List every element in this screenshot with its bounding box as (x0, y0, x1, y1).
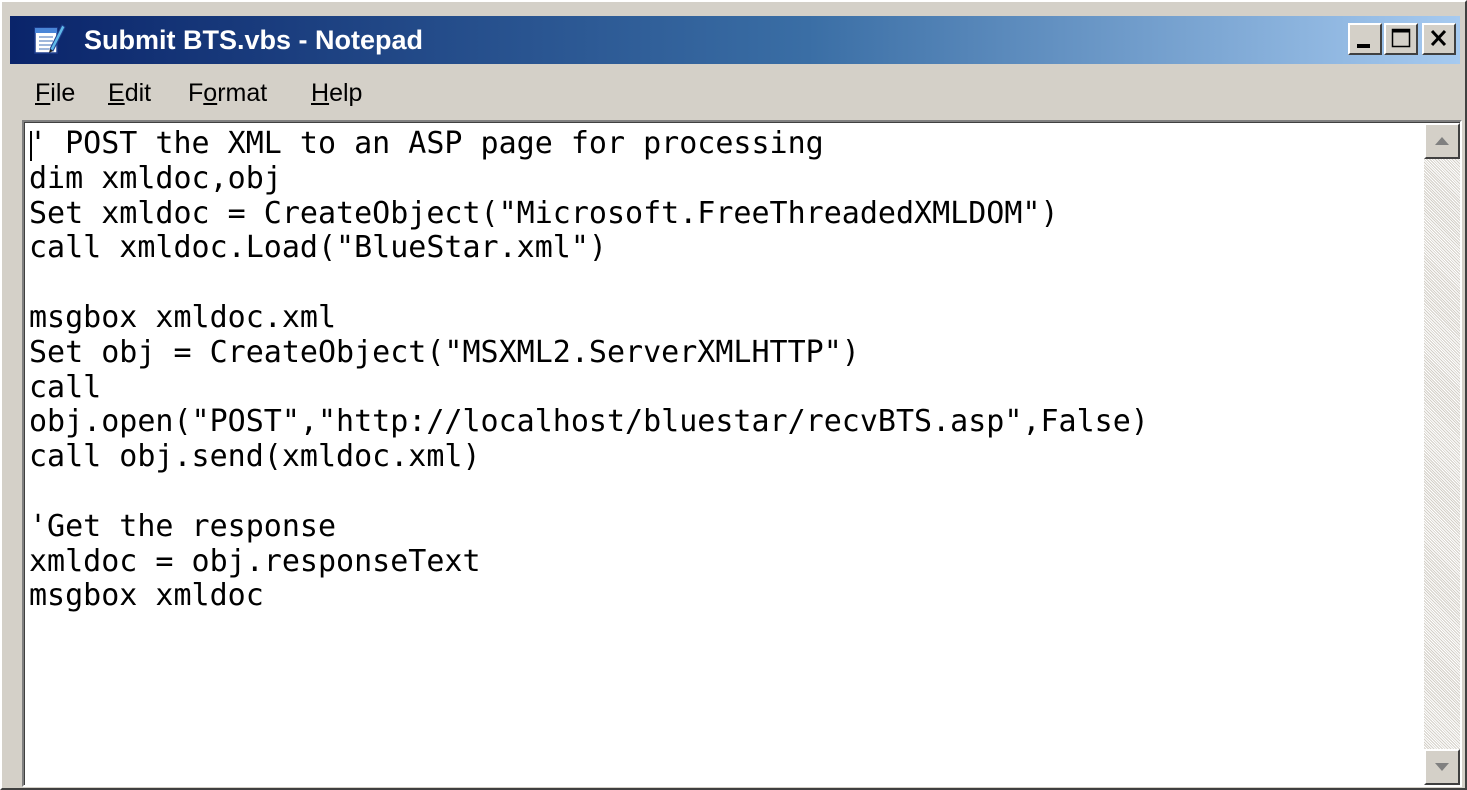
code-line: 'Get the response (29, 508, 337, 544)
text-caret (30, 131, 32, 161)
menu-bar: File Edit Format Help (10, 68, 1460, 116)
menu-file[interactable]: File (35, 78, 75, 108)
menu-help[interactable]: Help (311, 78, 362, 108)
code-line: Set obj = CreateObject("MSXML2.ServerXML… (29, 334, 860, 370)
notepad-window: Submit BTS.vbs - Notepad File Edit Forma… (0, 0, 1467, 790)
menu-edit[interactable]: Edit (108, 78, 151, 108)
minimize-icon (1357, 44, 1370, 48)
notepad-icon[interactable] (32, 23, 66, 55)
code-line: ' POST the XML to an ASP page for proces… (29, 127, 824, 161)
code-line: Set xmldoc = CreateObject("Microsoft.Fre… (29, 195, 1059, 231)
code-line: dim xmldoc,obj (29, 160, 282, 196)
menu-format[interactable]: Format (188, 78, 267, 108)
scroll-up-arrow-icon (1435, 137, 1449, 145)
code-line: xmldoc = obj.responseText (29, 543, 481, 579)
vertical-scrollbar[interactable] (1424, 123, 1460, 785)
code-line: msgbox xmldoc (29, 578, 264, 614)
code-line: call xmldoc.Load("BlueStar.xml") (29, 230, 607, 266)
text-editor[interactable]: ' POST the XML to an ASP page for proces… (22, 120, 1462, 787)
minimize-button[interactable] (1348, 23, 1382, 55)
scroll-down-arrow-icon (1435, 763, 1449, 771)
maximize-icon (1391, 28, 1411, 48)
code-line: obj.open("POST","http://localhost/bluest… (29, 404, 1149, 440)
code-line: call (29, 369, 102, 405)
code-line: call obj.send(xmldoc.xml) (29, 439, 481, 475)
code-line: msgbox xmldoc.xml (29, 299, 337, 335)
editor-text[interactable]: ' POST the XML to an ASP page for proces… (29, 127, 1421, 777)
scroll-down-button[interactable] (1424, 749, 1460, 785)
title-bar[interactable]: Submit BTS.vbs - Notepad (10, 16, 1460, 64)
maximize-button[interactable] (1384, 23, 1418, 55)
close-button[interactable] (1422, 23, 1456, 55)
scroll-up-button[interactable] (1424, 123, 1460, 159)
window-title: Submit BTS.vbs - Notepad (84, 25, 424, 55)
close-icon (1430, 29, 1447, 47)
